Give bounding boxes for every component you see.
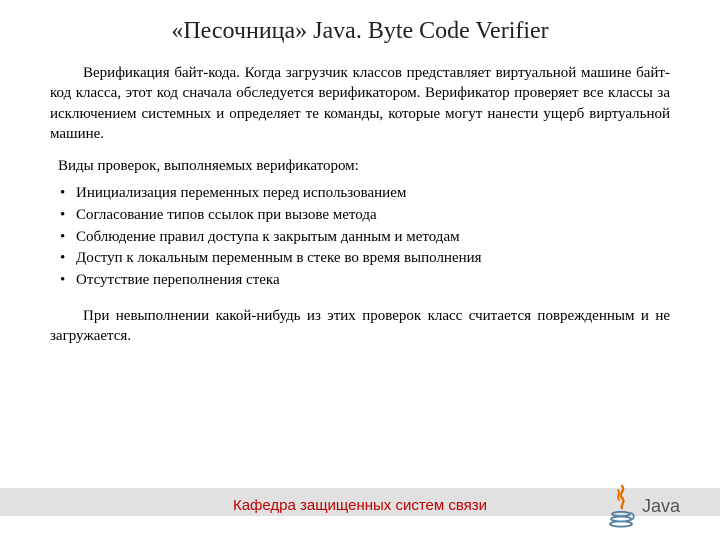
list-item: Инициализация переменных перед использов…	[50, 183, 670, 205]
intro-paragraph: Верификация байт-кода. Когда загрузчик к…	[50, 63, 670, 144]
java-logo: Java	[608, 480, 698, 532]
list-item: Согласование типов ссылок при вызове мет…	[50, 205, 670, 227]
bullet-lead: Виды проверок, выполняемых верификатором…	[58, 158, 670, 175]
logo-label: Java	[642, 496, 680, 517]
list-item: Доступ к локальным переменным в стеке во…	[50, 248, 670, 270]
list-item: Отсутствие переполнения стека	[50, 270, 670, 292]
list-item: Соблюдение правил доступа к закрытым дан…	[50, 227, 670, 249]
outro-paragraph: При невыполнении какой-нибудь из этих пр…	[50, 306, 670, 347]
slide-content: Верификация байт-кода. Когда загрузчик к…	[0, 53, 720, 346]
java-cup-icon	[608, 484, 636, 528]
slide-title: «Песочница» Java. Byte Code Verifier	[0, 0, 720, 53]
bullet-list: Инициализация переменных перед использов…	[50, 183, 670, 292]
